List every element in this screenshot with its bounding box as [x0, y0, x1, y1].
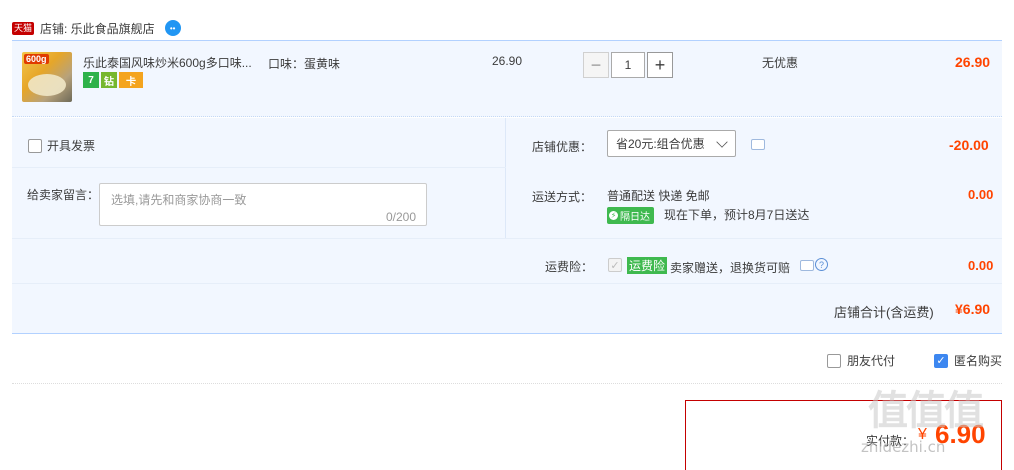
- guarantee-icon[interactable]: 钻: [101, 72, 117, 88]
- friend-pay-label: 朋友代付: [847, 354, 896, 368]
- next-day-badge: ⚡ 隔日达: [607, 207, 654, 224]
- pane-divider: [505, 118, 506, 238]
- credit-card-icon[interactable]: 卡: [119, 72, 143, 88]
- anonymous-label: 匿名购买: [954, 354, 1003, 368]
- insurance-checkbox: ✓: [608, 258, 622, 272]
- row-divider: [12, 238, 1002, 239]
- seller-message-placeholder: 选填,请先和商家协商一致: [111, 193, 247, 207]
- seller-message-label: 给卖家留言：: [27, 188, 100, 202]
- thumbnail-promo-text: 600g: [24, 54, 49, 64]
- quantity-decrease-button[interactable]: −: [583, 52, 609, 78]
- quantity-input[interactable]: 1: [611, 52, 645, 78]
- service-flags: 7 钻 卡: [83, 72, 143, 88]
- shipping-amount: 0.00: [968, 187, 994, 202]
- shop-total-amount: ¥6.90: [955, 301, 991, 317]
- watermark-site: zhidezhi.cn: [861, 438, 946, 456]
- shop-header: 天猫 店铺: 乐此食品旗舰店 ••: [12, 18, 181, 38]
- insurance-label: 运费险：: [545, 260, 594, 274]
- product-thumbnail[interactable]: 600g: [22, 52, 72, 102]
- shop-name-link[interactable]: 店铺: 乐此食品旗舰店: [40, 20, 155, 37]
- invoice-option[interactable]: 开具发票: [28, 137, 95, 154]
- shop-discount-select[interactable]: 省20元:组合优惠: [607, 130, 736, 157]
- anonymous-checkbox[interactable]: ✓: [934, 353, 948, 368]
- friend-pay-checkbox[interactable]: [827, 353, 841, 368]
- insurance-text: 卖家赠送，退换货可赔: [670, 261, 791, 275]
- shipping-method: 普通配送 快递 免邮: [607, 189, 710, 203]
- section-divider: [12, 383, 1002, 384]
- tmall-badge: 天猫: [12, 21, 35, 35]
- seven-day-return-icon[interactable]: 7: [83, 72, 99, 88]
- shop-discount-amount: -20.00: [949, 137, 989, 153]
- shop-discount-selected: 省20元:组合优惠: [616, 137, 705, 151]
- comment-icon[interactable]: [751, 139, 765, 150]
- thumbnail-food-image: [28, 74, 66, 96]
- friend-pay-option[interactable]: 朋友代付: [827, 352, 895, 369]
- chevron-down-icon: [716, 136, 728, 148]
- anonymous-purchase-option[interactable]: ✓ 匿名购买: [934, 352, 1002, 369]
- invoice-checkbox[interactable]: [28, 138, 42, 153]
- item-subtotal: 26.90: [955, 54, 991, 70]
- product-title-link[interactable]: 乐此泰国风味炒米600g多口味...: [83, 54, 258, 71]
- row-divider: [12, 283, 1002, 284]
- insurance-badge: 运费险: [627, 257, 668, 274]
- row-divider: [12, 167, 506, 168]
- seller-message-counter: 0/200: [386, 210, 417, 224]
- quantity-stepper: − 1 +: [583, 52, 673, 78]
- item-discount: 无优惠: [762, 56, 799, 70]
- shop-discount-label: 店铺优惠：: [532, 140, 593, 154]
- help-icon[interactable]: ?: [815, 258, 828, 271]
- cart-item-row: [12, 40, 1002, 117]
- delivery-estimate: 现在下单，预计8月7日送达: [664, 208, 810, 222]
- next-day-badge-text: 隔日达: [620, 212, 650, 223]
- watermark-logo: 值值值: [868, 388, 984, 434]
- lightning-icon: ⚡: [609, 211, 618, 220]
- product-sku: 口味：蛋黄味: [268, 57, 341, 71]
- comment-icon[interactable]: [800, 260, 814, 271]
- insurance-amount: 0.00: [968, 258, 994, 273]
- shop-total-label: 店铺合计(含运费): [834, 305, 934, 320]
- invoice-label: 开具发票: [47, 139, 96, 153]
- shipping-label: 运送方式：: [532, 190, 593, 204]
- quantity-increase-button[interactable]: +: [647, 52, 673, 78]
- wangwang-chat-icon[interactable]: ••: [164, 20, 181, 36]
- unit-price: 26.90: [492, 54, 523, 68]
